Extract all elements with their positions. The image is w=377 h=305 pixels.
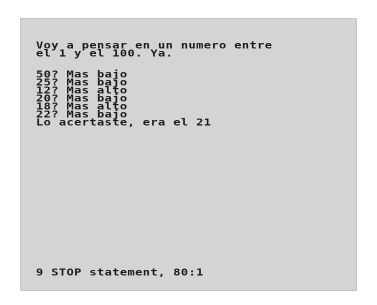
result-line: Lo acertaste, era el 21 [36,116,212,129]
spectrum-screen: Voy a pensar en un numero entre el 1 y e… [0,0,377,305]
basic-paper-area: Voy a pensar en un numero entre el 1 y e… [20,18,357,291]
intro-line-2: el 1 y el 100. Ya. [36,47,174,60]
status-line: 9 STOP statement, 80:1 [36,266,204,279]
